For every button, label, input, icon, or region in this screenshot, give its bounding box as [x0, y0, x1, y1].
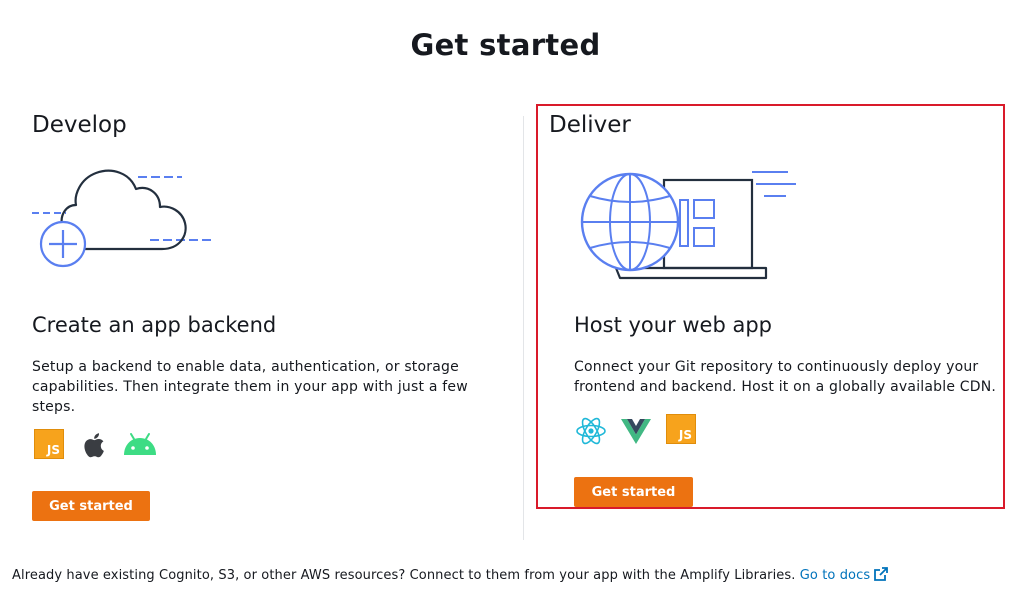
cloud-backend-illustration: [32, 169, 212, 268]
footer-note: Already have existing Cognito, S3, or ot…: [12, 567, 889, 583]
develop-description: Setup a backend to enable data, authenti…: [32, 359, 468, 415]
javascript-icon: JS: [666, 414, 696, 444]
react-icon: [576, 417, 606, 445]
deliver-card-title: Host your web app: [574, 313, 773, 337]
vue-icon: [621, 419, 651, 444]
column-divider: [523, 116, 524, 540]
docs-link-label: Go to docs: [799, 568, 871, 583]
develop-heading: Develop: [32, 112, 127, 138]
deliver-description: Connect your Git repository to continuou…: [574, 359, 997, 395]
android-icon: [124, 433, 156, 455]
deliver-get-started-button[interactable]: Get started: [574, 477, 693, 507]
page-title: Get started: [410, 28, 601, 62]
develop-get-started-button[interactable]: Get started: [32, 491, 150, 521]
deliver-heading: Deliver: [549, 112, 631, 138]
web-hosting-illustration: [580, 171, 796, 280]
footer-text: Already have existing Cognito, S3, or ot…: [12, 568, 796, 583]
apple-icon: [84, 433, 104, 458]
javascript-icon: JS: [34, 429, 64, 459]
develop-card-title: Create an app backend: [32, 313, 277, 337]
docs-link[interactable]: Go to docs: [799, 567, 889, 583]
external-link-icon: [874, 567, 889, 581]
deliver-highlight-frame: [536, 104, 1005, 509]
